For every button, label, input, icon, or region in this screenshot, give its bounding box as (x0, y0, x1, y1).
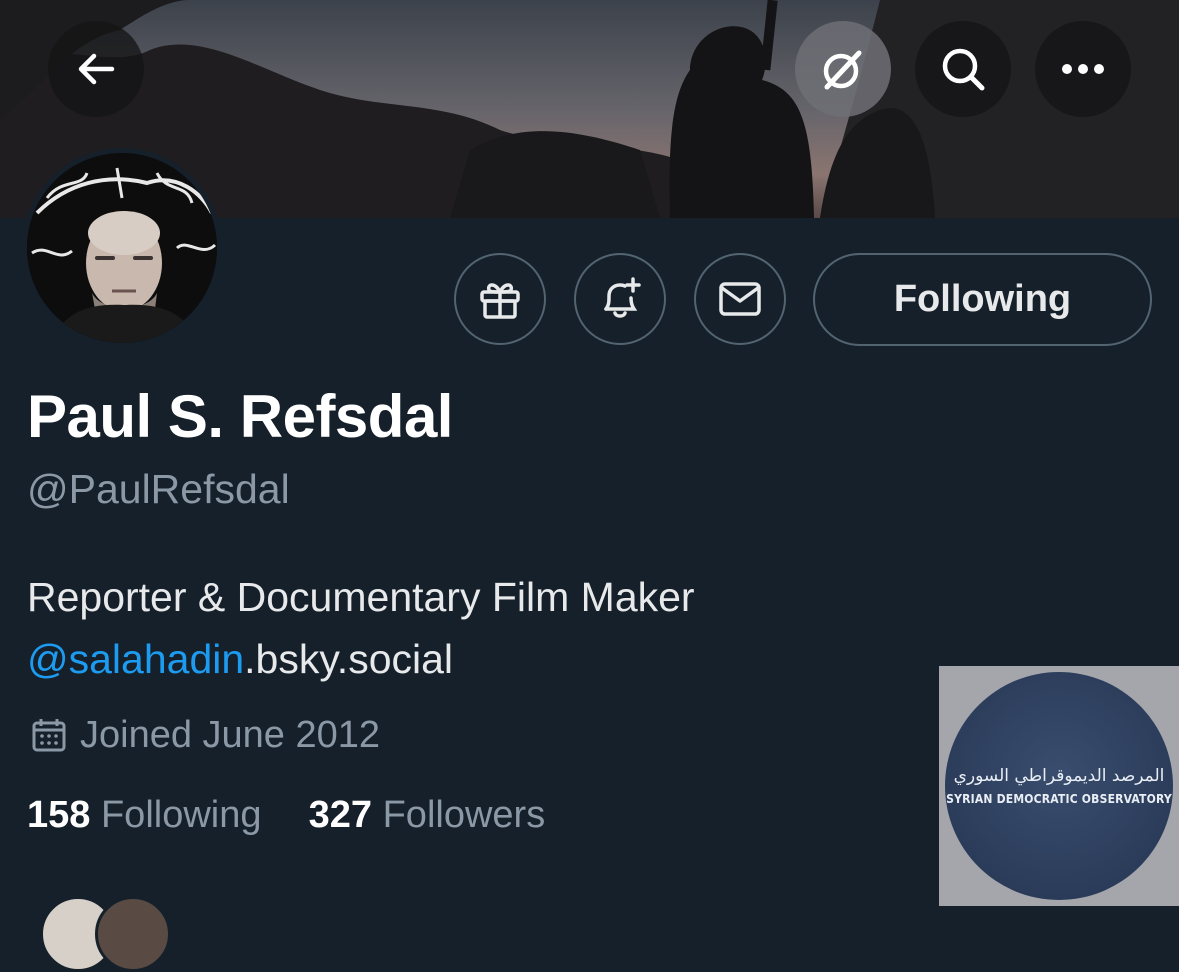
following-count: 158 (27, 794, 91, 836)
bio-line: Reporter & Documentary Film Maker (27, 574, 695, 620)
watermark-logo: المرصد الديموقراطي السوري SYRIAN DEMOCRA… (939, 666, 1179, 906)
user-handle: @PaulRefsdal (27, 466, 290, 512)
display-name: Paul S. Refsdal (27, 383, 453, 450)
notifications-button[interactable] (574, 253, 666, 345)
avatar (95, 896, 171, 972)
bio-suffix: .bsky.social (244, 636, 454, 682)
following-count-link[interactable]: 158 Following (27, 794, 262, 836)
watermark-arabic-text: المرصد الديموقراطي السوري (953, 766, 1165, 786)
grok-button[interactable] (795, 21, 891, 117)
joined-date: Joined June 2012 (30, 710, 380, 760)
mutual-followers-avatars[interactable] (40, 896, 180, 972)
arrow-left-icon (78, 53, 115, 85)
bell-plus-icon (604, 277, 641, 318)
bio: Reporter & Documentary Film Maker @salah… (27, 566, 695, 690)
following-label: Following (100, 794, 262, 836)
gift-icon (480, 283, 520, 319)
watermark-english-text: SYRIAN DEMOCRATIC OBSERVATORY (946, 792, 1172, 806)
bio-mention-link[interactable]: @salahadin (27, 636, 244, 682)
profile-avatar[interactable] (22, 148, 222, 348)
joined-text: Joined June 2012 (80, 713, 381, 756)
followers-label: Followers (382, 794, 546, 836)
more-button[interactable] (1035, 21, 1131, 117)
bio-line-2: @salahadin.bsky.social (27, 628, 695, 690)
gift-button[interactable] (454, 253, 546, 345)
message-button[interactable] (694, 253, 786, 345)
search-button[interactable] (915, 21, 1011, 117)
followers-count-link[interactable]: 327 Followers (309, 794, 546, 836)
followers-count: 327 (308, 794, 373, 836)
grok-icon (823, 50, 862, 90)
follow-stats: 158 Following 327 Followers (27, 794, 545, 837)
envelope-icon (719, 282, 761, 316)
back-button[interactable] (48, 21, 144, 117)
calendar-icon (32, 719, 66, 752)
avatar-image (27, 153, 217, 343)
following-button[interactable]: Following (813, 253, 1152, 346)
more-horizontal-icon (1062, 64, 1104, 74)
watermark-seal: المرصد الديموقراطي السوري SYRIAN DEMOCRA… (945, 672, 1173, 900)
search-icon (942, 48, 985, 91)
